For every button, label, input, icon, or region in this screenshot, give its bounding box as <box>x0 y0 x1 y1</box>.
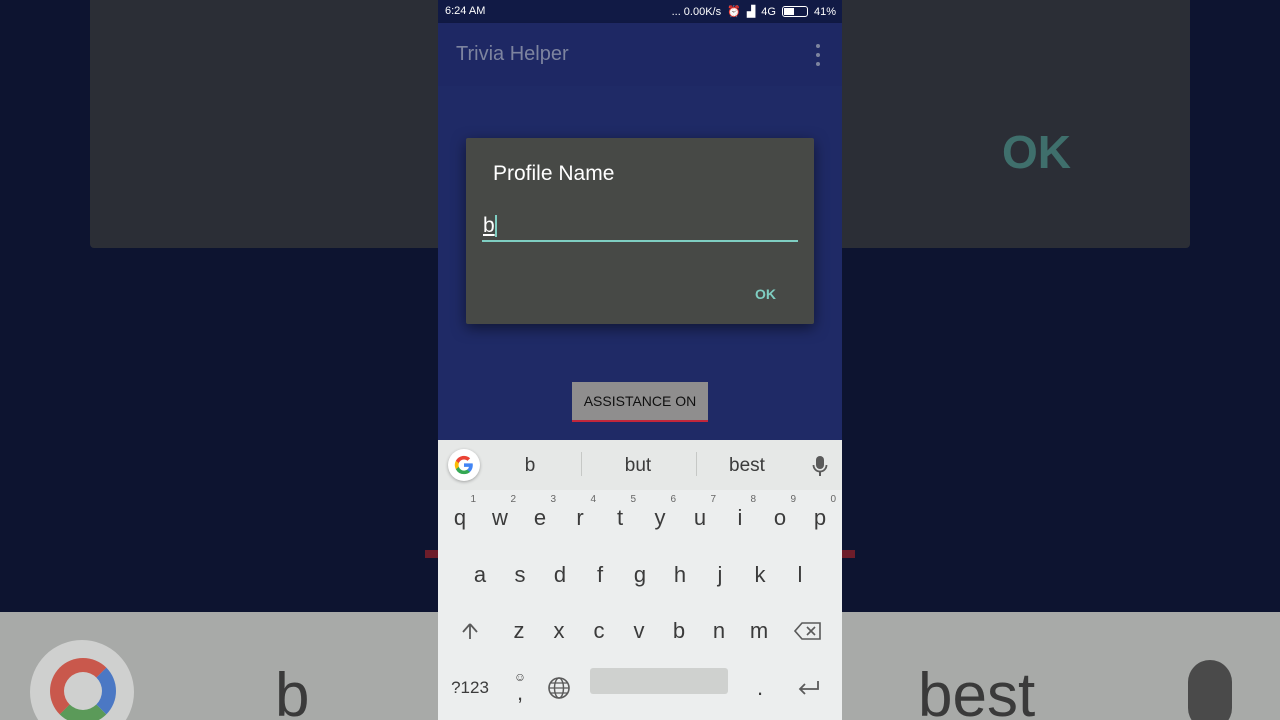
key-number-hint: 5 <box>630 494 636 505</box>
key-b[interactable]: b <box>659 603 699 659</box>
key-label: e <box>533 505 547 530</box>
signal-icon: ▟ <box>746 6 756 18</box>
key-number-hint: 1 <box>470 494 476 505</box>
status-right-group: ... 0.00K/s ⏰ ▟ 4G 41% <box>671 5 836 19</box>
key-u[interactable]: u7 <box>680 490 720 546</box>
key-number-hint: 6 <box>670 494 676 505</box>
key-x[interactable]: x <box>539 603 579 659</box>
globe-icon[interactable] <box>539 660 579 716</box>
more-vert-icon[interactable] <box>814 44 822 66</box>
background-suggestion-b: b <box>275 661 310 720</box>
phone-screen: 6:24 AM ... 0.00K/s ⏰ ▟ 4G 41% Trivia He… <box>438 0 842 720</box>
battery-icon <box>781 6 808 17</box>
assistance-button[interactable]: ASSISTANCE ON <box>572 382 708 422</box>
key-z[interactable]: z <box>499 603 539 659</box>
key-d[interactable]: d <box>540 547 580 603</box>
suggestion-divider <box>581 452 582 476</box>
shift-icon[interactable] <box>450 603 490 659</box>
key-t[interactable]: t5 <box>600 490 640 546</box>
key-y[interactable]: y6 <box>640 490 680 546</box>
key-q[interactable]: q1 <box>440 490 480 546</box>
key-v[interactable]: v <box>619 603 659 659</box>
key-p[interactable]: p0 <box>800 490 840 546</box>
suggestion-1[interactable]: b <box>480 455 580 477</box>
app-title: Trivia Helper <box>456 43 569 65</box>
soft-keyboard: b but best q1w2e3r4t5y6u7i8o9p0 asdfghjk… <box>438 440 842 720</box>
key-s[interactable]: s <box>500 547 540 603</box>
key-l[interactable]: l <box>780 547 820 603</box>
key-m[interactable]: m <box>739 603 779 659</box>
google-icon[interactable] <box>448 449 480 481</box>
symbols-key[interactable]: ?123 <box>450 660 490 716</box>
key-label: i <box>737 505 743 530</box>
dialog-ok-button[interactable]: OK <box>755 286 776 302</box>
status-network: 4G <box>761 5 776 18</box>
key-label: o <box>773 505 787 530</box>
alarm-icon: ⏰ <box>727 6 741 18</box>
space-bar[interactable] <box>590 668 728 694</box>
suggestion-3[interactable]: best <box>697 455 797 477</box>
key-label: w <box>492 505 508 530</box>
backspace-icon[interactable] <box>788 603 828 659</box>
profile-name-input[interactable]: b <box>482 212 798 242</box>
key-w[interactable]: w2 <box>480 490 520 546</box>
keyboard-row-1: q1w2e3r4t5y6u7i8o9p0 <box>438 490 842 546</box>
status-battery: 41% <box>813 5 836 18</box>
key-label: t <box>616 505 624 530</box>
text-caret <box>494 215 497 238</box>
keyboard-row-2: asdfghjkl <box>438 547 842 603</box>
suggestion-2[interactable]: but <box>588 455 688 477</box>
key-a[interactable]: a <box>460 547 500 603</box>
status-time: 6:24 AM <box>445 5 486 17</box>
mic-icon[interactable] <box>812 455 828 477</box>
key-j[interactable]: j <box>700 547 740 603</box>
background-ok-text: OK <box>1002 126 1071 178</box>
key-number-hint: 3 <box>550 494 556 505</box>
key-e[interactable]: e3 <box>520 490 560 546</box>
period-key[interactable]: . <box>740 660 780 716</box>
key-number-hint: 2 <box>510 494 516 505</box>
key-o[interactable]: o9 <box>760 490 800 546</box>
key-g[interactable]: g <box>620 547 660 603</box>
key-label: p <box>813 505 827 530</box>
background-mic-icon <box>1188 660 1232 720</box>
background-google-icon <box>50 658 116 720</box>
status-speed: ... 0.00K/s <box>671 5 722 18</box>
profile-name-dialog: Profile Name b OK <box>466 138 814 324</box>
key-i[interactable]: i8 <box>720 490 760 546</box>
key-number-hint: 0 <box>830 494 836 505</box>
enter-icon[interactable] <box>789 660 829 716</box>
key-number-hint: 8 <box>750 494 756 505</box>
keyboard-row-4: ?123 ☺ , . <box>438 660 842 716</box>
keyboard-row-3: zxcvbnm <box>438 603 842 659</box>
profile-name-value: b <box>483 214 495 237</box>
key-r[interactable]: r4 <box>560 490 600 546</box>
key-label: u <box>693 505 707 530</box>
key-f[interactable]: f <box>580 547 620 603</box>
dialog-title: Profile Name <box>493 162 615 185</box>
comma-key[interactable]: ☺ , <box>500 660 540 716</box>
app-bar: Trivia Helper <box>438 23 842 86</box>
suggestion-strip: b but best <box>438 440 842 490</box>
key-h[interactable]: h <box>660 547 700 603</box>
key-label: y <box>654 505 666 530</box>
key-label: r <box>576 505 584 530</box>
key-number-hint: 4 <box>590 494 596 505</box>
key-number-hint: 7 <box>710 494 716 505</box>
emoji-icon: ☺ <box>513 670 527 684</box>
key-c[interactable]: c <box>579 603 619 659</box>
key-n[interactable]: n <box>699 603 739 659</box>
status-bar: 6:24 AM ... 0.00K/s ⏰ ▟ 4G 41% <box>438 0 842 23</box>
key-k[interactable]: k <box>740 547 780 603</box>
key-number-hint: 9 <box>790 494 796 505</box>
key-label: q <box>453 505 467 530</box>
background-suggestion-best: best <box>918 661 1036 720</box>
